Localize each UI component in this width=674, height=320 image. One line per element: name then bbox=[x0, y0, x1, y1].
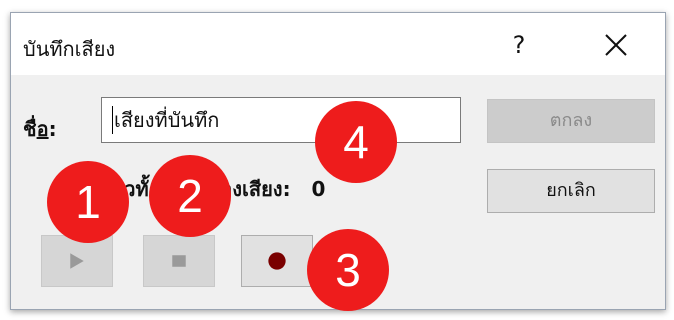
play-icon bbox=[70, 253, 84, 269]
text-caret bbox=[112, 106, 113, 134]
play-button[interactable] bbox=[41, 235, 113, 287]
name-input[interactable]: เสียงที่บันทึก bbox=[101, 97, 461, 143]
close-button[interactable] bbox=[596, 25, 636, 65]
name-label-suffix: : bbox=[48, 117, 57, 141]
callout-badge-2: 2 bbox=[149, 155, 231, 237]
name-label-accelerator: อ bbox=[36, 117, 49, 141]
cancel-button[interactable]: ยกเลิก bbox=[487, 169, 655, 213]
help-button[interactable]: ? bbox=[501, 27, 537, 63]
ok-button[interactable]: ตกลง bbox=[487, 99, 655, 143]
callout-badge-1: 1 bbox=[47, 161, 129, 243]
title-bar: บันทึกเสียง ? bbox=[11, 13, 665, 75]
sound-length-value: 0 bbox=[311, 177, 326, 201]
close-icon bbox=[605, 34, 627, 56]
name-label-prefix: ชื่ bbox=[23, 117, 37, 141]
callout-badge-3: 3 bbox=[307, 229, 389, 311]
stop-icon bbox=[172, 255, 186, 267]
name-input-value: เสียงที่บันทึก bbox=[114, 108, 220, 132]
record-button[interactable] bbox=[241, 235, 313, 287]
name-label: ชื่อ: bbox=[23, 113, 57, 145]
record-sound-dialog: บันทึกเสียง ? ชื่อ: เสียงที่บันทึก ตกลง … bbox=[10, 12, 666, 311]
dialog-title: บันทึกเสียง bbox=[23, 37, 116, 61]
callout-badge-4: 4 bbox=[315, 101, 397, 183]
stop-button[interactable] bbox=[143, 235, 215, 287]
screenshot-stage: บันทึกเสียง ? ชื่อ: เสียงที่บันทึก ตกลง … bbox=[0, 0, 674, 320]
record-icon bbox=[268, 252, 286, 270]
